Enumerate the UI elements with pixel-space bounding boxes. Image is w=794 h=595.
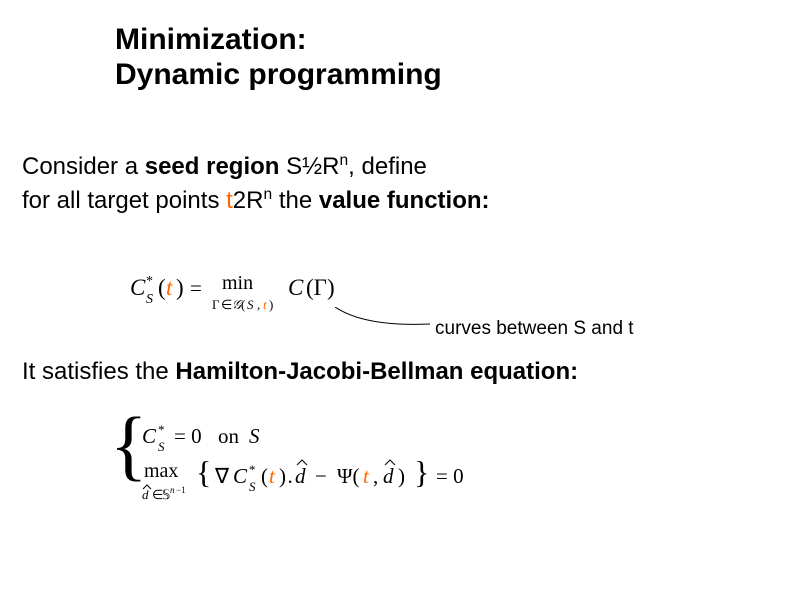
svg-text:,: , [373,464,378,488]
text: 2R [233,187,264,214]
svg-text:on: on [218,424,240,448]
svg-text:= 0: = 0 [174,424,202,448]
svg-text:): ) [269,297,273,312]
svg-text:C: C [130,275,146,300]
svg-text:∇: ∇ [214,464,230,488]
annotation-arrow [335,307,430,327]
svg-text:d: d [383,464,394,488]
svg-text:(Γ): (Γ) [306,275,335,300]
svg-text:): ) [279,464,286,488]
slide-title: Minimization: Dynamic programming [115,22,442,93]
text: , define [348,153,427,180]
svg-text:−: − [315,464,327,488]
svg-text:Γ: Γ [212,297,220,312]
hjb-intro: It satisfies the Hamilton-Jacobi-Bellman… [22,358,578,386]
svg-text:.: . [288,464,293,488]
intro-paragraph: Consider a seed region S½Rn, define for … [22,150,490,217]
svg-text:S: S [249,479,256,494]
target-point-t: t [226,187,233,214]
svg-text:S: S [158,439,165,454]
value-function-term: value function: [319,187,490,214]
svg-text:max: max [144,460,178,482]
svg-text:C: C [142,424,157,448]
svg-text:(: ( [261,464,268,488]
text: Consider a [22,153,145,180]
svg-text:∈: ∈ [221,297,232,312]
svg-text:S: S [247,297,254,312]
svg-text:min: min [222,272,253,294]
superscript-n: n [339,152,348,169]
svg-text:,: , [257,297,260,312]
svg-text:= 0: = 0 [436,464,464,488]
text: the [272,187,319,214]
svg-text:{: { [196,454,211,490]
svg-text:Ψ(: Ψ( [337,464,360,488]
svg-text:t: t [269,464,276,488]
svg-text:n: n [170,485,175,495]
svg-text:S: S [146,292,153,307]
svg-text:d: d [295,464,306,488]
text: It satisfies the [22,358,175,385]
svg-text:t: t [166,275,173,300]
svg-text:(: ( [158,275,166,300]
superscript-n: n [263,186,272,203]
svg-text:): ) [398,464,405,488]
text: for all target points [22,187,226,214]
text: S½R [279,153,339,180]
svg-text:*: * [249,462,256,477]
svg-text:=: = [190,276,202,300]
title-line1: Minimization: [115,23,307,56]
curves-annotation: curves between S and t [435,318,634,340]
title-line2: Dynamic programming [115,58,442,91]
svg-text:*: * [158,422,165,437]
svg-text:−1: −1 [176,485,186,495]
svg-text:t: t [263,297,267,312]
svg-text:S: S [249,424,260,448]
svg-text:t: t [363,464,370,488]
svg-text:*: * [146,274,153,289]
svg-text:): ) [176,275,184,300]
svg-text:(: ( [241,297,245,312]
hjb-term: Hamilton-Jacobi-Bellman equation: [175,358,578,385]
svg-text:d: d [142,487,149,502]
slide: Minimization: Dynamic programming Consid… [0,0,794,595]
seed-region-term: seed region [145,153,280,180]
hjb-equation: { C * S = 0 on S max d ∈ 𝕊 n −1 { ∇ C * … [110,415,570,505]
svg-text:}: } [414,454,429,490]
svg-text:C: C [288,275,304,300]
svg-text:C: C [233,464,248,488]
